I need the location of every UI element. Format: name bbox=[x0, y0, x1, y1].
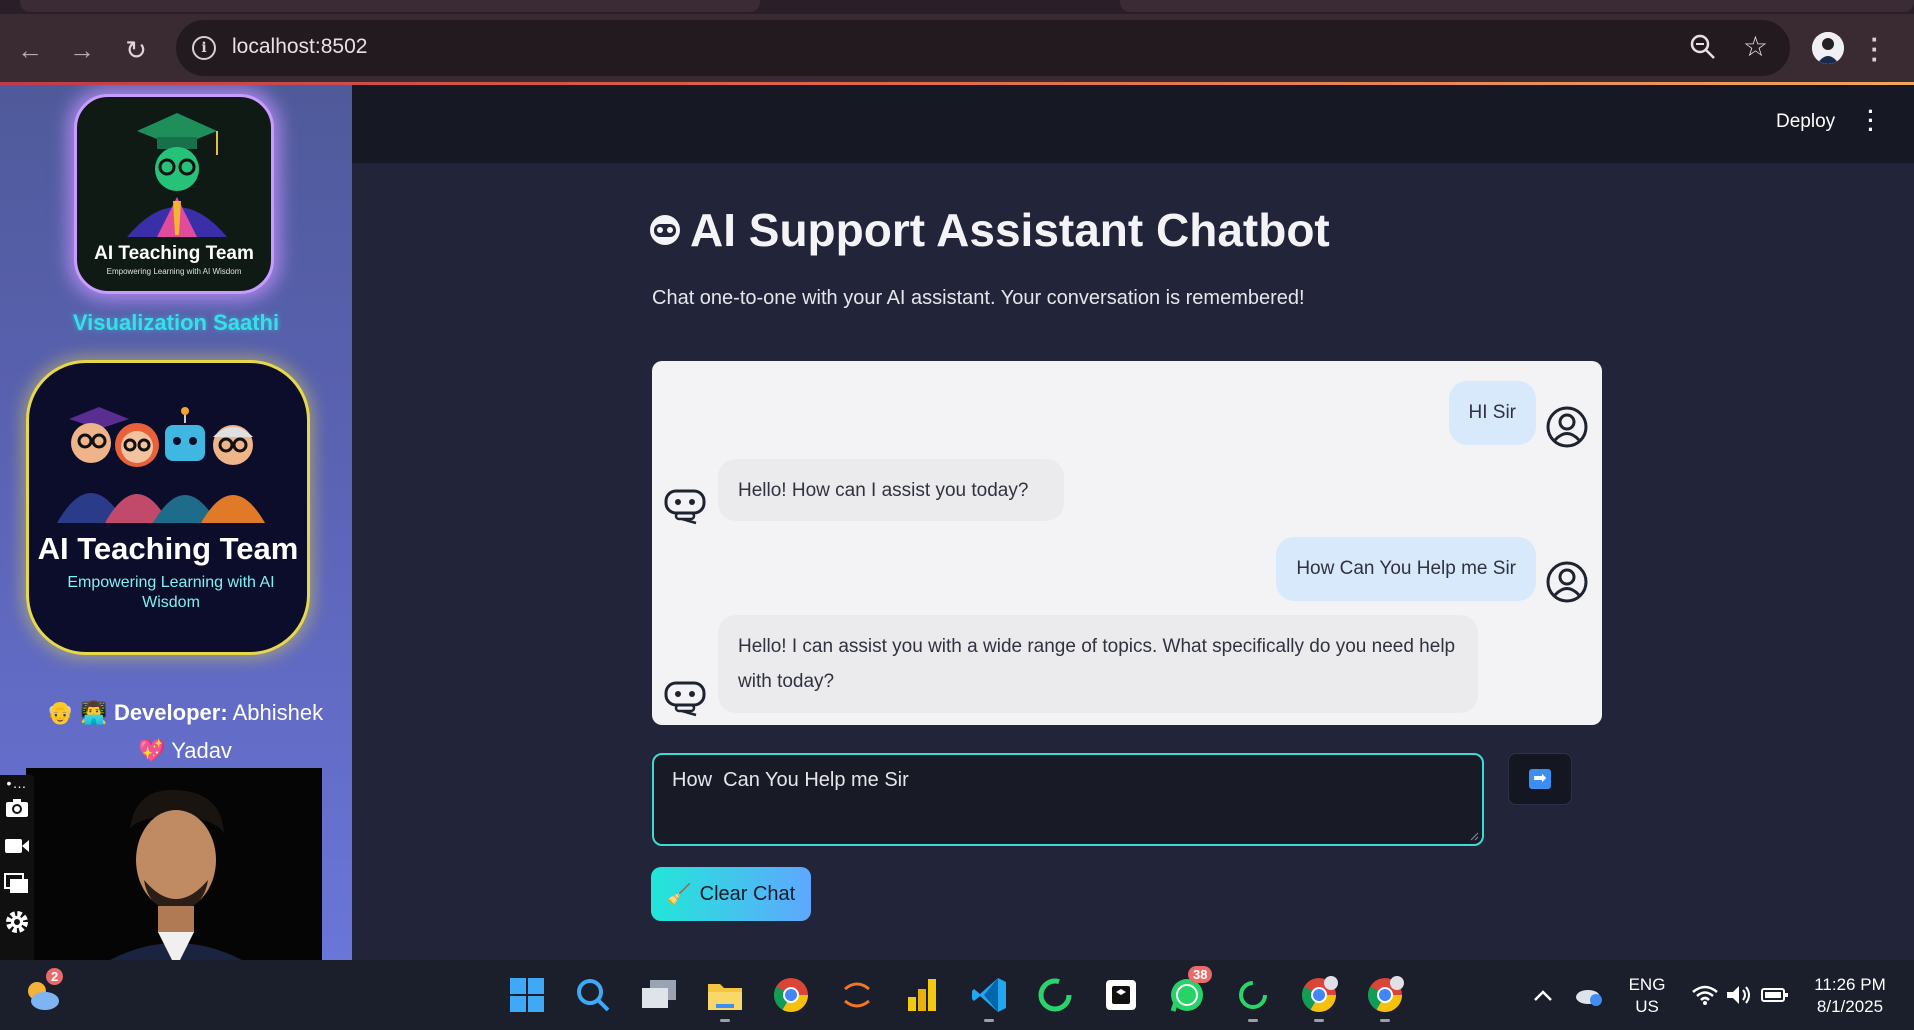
window-capture-icon[interactable] bbox=[0, 865, 34, 903]
vscode-icon[interactable] bbox=[968, 974, 1010, 1016]
chevron-up-icon[interactable] bbox=[1522, 974, 1564, 1016]
address-bar[interactable]: i localhost:8502 ☆ bbox=[176, 20, 1790, 76]
message-text: How Can You Help me Sir bbox=[1296, 558, 1516, 579]
main-area: Deploy · · · AI Support Assistant Chatbot … bbox=[352, 85, 1914, 960]
search-icon[interactable] bbox=[572, 974, 614, 1016]
send-button[interactable]: ➡ bbox=[1508, 753, 1572, 805]
deploy-button[interactable]: Deploy bbox=[1776, 111, 1835, 133]
clear-chat-button[interactable]: 🧹 Clear Chat bbox=[651, 867, 811, 921]
windows-taskbar: 2 38 ENG US 11:26 PM 8/1/2025 bbox=[0, 960, 1914, 1030]
clock[interactable]: 11:26 PM 8/1/2025 bbox=[1800, 974, 1900, 1018]
ai-teaching-team-banner: AI Teaching Team Empowering Learning wit… bbox=[26, 360, 310, 655]
profile-avatar[interactable] bbox=[1812, 32, 1844, 64]
toolbar-handle-icon[interactable]: •… bbox=[0, 775, 34, 790]
banner-title: AI Teaching Team bbox=[37, 531, 299, 566]
page-title: AI Support Assistant Chatbot bbox=[648, 203, 1330, 257]
task-view-icon[interactable] bbox=[638, 974, 680, 1016]
whatsapp-icon[interactable]: 38 bbox=[1166, 966, 1213, 1016]
chrome-profile-icon[interactable] bbox=[1364, 974, 1406, 1016]
developer-photo bbox=[26, 768, 322, 960]
power-bi-icon[interactable] bbox=[902, 974, 944, 1016]
user-message-bubble: HI Sir bbox=[1448, 381, 1536, 445]
region-code: US bbox=[1635, 997, 1659, 1016]
app-menu-icon[interactable]: · · · bbox=[1866, 101, 1876, 141]
whatsapp-badge: 38 bbox=[1188, 966, 1213, 983]
language-code: ENG bbox=[1628, 975, 1666, 994]
video-camera-icon[interactable] bbox=[0, 827, 34, 865]
message-text: Hello! How can I assist you today? bbox=[738, 479, 1029, 501]
developer-label: Developer: bbox=[113, 700, 228, 725]
active-indicator bbox=[984, 1019, 994, 1022]
chrome-profile-icon[interactable] bbox=[1298, 974, 1340, 1016]
green-ring-app-icon[interactable] bbox=[1034, 974, 1076, 1016]
browser-tab[interactable] bbox=[20, 0, 760, 12]
active-indicator bbox=[1314, 1019, 1324, 1022]
site-info-icon[interactable]: i bbox=[192, 36, 216, 60]
user-message-bubble: How Can You Help me Sir bbox=[1276, 537, 1536, 601]
windows-start-icon[interactable] bbox=[506, 974, 548, 1016]
ai-teaching-team-logo: AI Teaching Team Empowering Learning wit… bbox=[74, 94, 274, 294]
developer-last-name: Yadav bbox=[171, 738, 232, 763]
sidebar: AI Teaching Team Empowering Learning wit… bbox=[0, 85, 352, 960]
developer-emojis: 👴 👨‍💻 bbox=[46, 700, 108, 725]
chat-input[interactable]: How Can You Help me Sir bbox=[652, 753, 1484, 846]
weather-widget-icon[interactable]: 2 bbox=[22, 968, 64, 1016]
logo-title: AI Teaching Team bbox=[94, 243, 254, 264]
clock-time: 11:26 PM bbox=[1814, 975, 1886, 994]
settings-gear-icon[interactable] bbox=[0, 903, 34, 941]
chrome-icon[interactable] bbox=[770, 974, 812, 1016]
battery-icon[interactable] bbox=[1754, 974, 1796, 1016]
language-indicator[interactable]: ENG US bbox=[1618, 974, 1676, 1018]
assistant-message-bubble: Hello! How can I assist you today? bbox=[718, 459, 1064, 521]
assistant-message-bubble: Hello! I can assist you with a wide rang… bbox=[718, 615, 1478, 713]
banner-subtitle: Empowering Learning with AI Wisdom bbox=[67, 574, 275, 611]
browser-menu-icon[interactable]: · · · bbox=[1870, 26, 1880, 72]
forward-arrow-icon[interactable]: → bbox=[64, 32, 100, 68]
browser-tab-strip bbox=[0, 0, 1914, 14]
cube-app-icon[interactable] bbox=[1100, 974, 1142, 1016]
zoom-icon[interactable] bbox=[1688, 32, 1718, 62]
user-avatar-icon bbox=[1546, 406, 1588, 448]
resize-handle-icon[interactable] bbox=[1469, 831, 1479, 841]
broom-icon: 🧹 bbox=[666, 883, 692, 906]
app-header: Deploy · · · bbox=[352, 85, 1914, 163]
chat-input-value[interactable]: How Can You Help me Sir bbox=[672, 769, 909, 792]
page-description: Chat one-to-one with your AI assistant. … bbox=[652, 287, 1305, 309]
logo-subtitle: Empowering Learning with AI Wisdom bbox=[106, 267, 242, 276]
clock-date: 8/1/2025 bbox=[1816, 997, 1884, 1016]
active-indicator bbox=[1248, 1019, 1258, 1022]
bot-avatar-icon bbox=[664, 681, 706, 717]
arrow-right-icon: ➡ bbox=[1529, 769, 1551, 789]
page-title-text: AI Support Assistant Chatbot bbox=[690, 204, 1330, 256]
robot-face-icon bbox=[650, 215, 680, 245]
floating-capture-toolbar: •… bbox=[0, 775, 34, 960]
app-brand-name: Visualization Saathi bbox=[72, 310, 280, 335]
active-indicator bbox=[720, 1019, 730, 1022]
jupyter-icon[interactable] bbox=[836, 974, 878, 1016]
back-arrow-icon[interactable]: ← bbox=[12, 32, 48, 68]
message-text: HI Sir bbox=[1468, 402, 1517, 423]
message-text: Hello! I can assist you with a wide rang… bbox=[738, 636, 1456, 692]
browser-tab[interactable] bbox=[1120, 0, 1914, 12]
browser-toolbar: ← → ↻ i localhost:8502 ☆ · · · bbox=[0, 14, 1914, 82]
heart-icon: 💖 bbox=[138, 738, 166, 763]
user-avatar-icon bbox=[1546, 561, 1588, 603]
bot-avatar-icon bbox=[664, 489, 706, 525]
clear-chat-label: Clear Chat bbox=[699, 882, 796, 905]
developer-credit: 👴 👨‍💻 Developer: Abhishek 💖 Yadav bbox=[30, 694, 340, 770]
onedrive-icon[interactable] bbox=[1568, 974, 1610, 1016]
teachers-group-icon bbox=[57, 407, 265, 523]
active-indicator bbox=[1380, 1019, 1390, 1022]
camera-icon[interactable] bbox=[0, 789, 34, 827]
developer-first-name: Abhishek bbox=[232, 700, 324, 725]
reload-icon[interactable]: ↻ bbox=[118, 32, 154, 68]
chat-history: HI Sir Hello! How can I assist you today… bbox=[652, 361, 1602, 725]
file-explorer-icon[interactable] bbox=[704, 974, 746, 1016]
green-ring-app-icon[interactable] bbox=[1232, 974, 1274, 1016]
bookmark-star-icon[interactable]: ☆ bbox=[1743, 30, 1768, 63]
url-text[interactable]: localhost:8502 bbox=[232, 35, 367, 59]
graduate-avatar-icon bbox=[127, 113, 227, 237]
